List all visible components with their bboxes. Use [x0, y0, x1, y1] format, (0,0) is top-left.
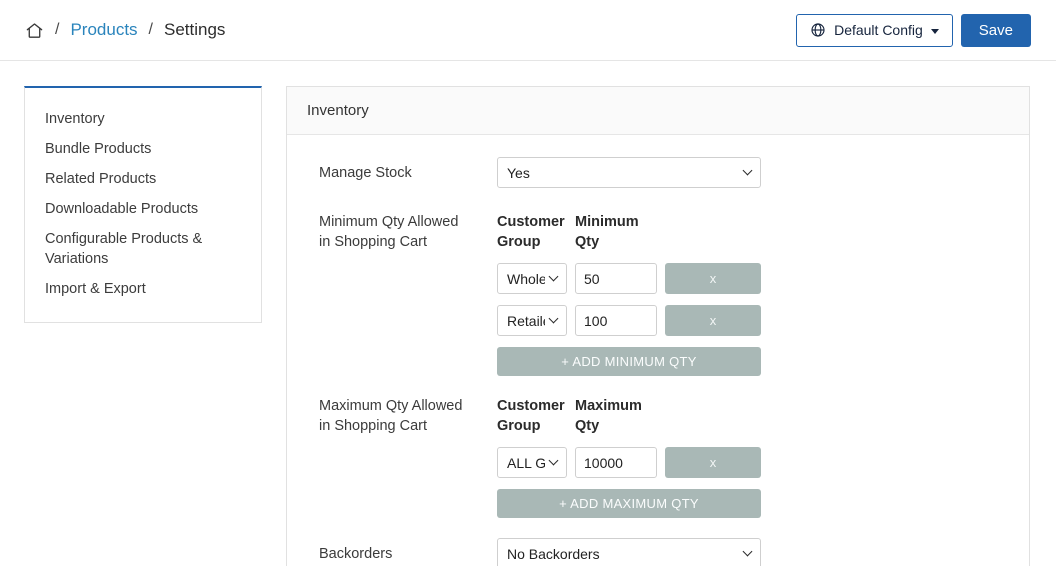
manage-stock-label: Manage Stock	[319, 164, 412, 181]
minimum-qty-section: Minimum Qty Allowed in Shopping Cart Cus…	[319, 212, 1029, 376]
min-qty-input[interactable]	[575, 305, 657, 336]
minimum-qty-label: Minimum Qty Allowed in Shopping Cart	[319, 214, 459, 250]
content-area: Inventory Bundle Products Related Produc…	[0, 61, 1056, 566]
max-qty-input[interactable]	[575, 447, 657, 478]
backorders-row: Backorders No Backorders	[319, 538, 1029, 566]
manage-stock-select[interactable]: Yes	[497, 157, 761, 188]
panel-title: Inventory	[287, 87, 1029, 135]
breadcrumb-current-settings: Settings	[164, 20, 226, 39]
config-button-label: Default Config	[834, 22, 923, 38]
chevron-down-icon	[742, 546, 753, 557]
minimum-qty-header: Minimum Qty	[575, 214, 639, 250]
remove-row-button[interactable]: x	[665, 263, 761, 294]
maximum-qty-section: Maximum Qty Allowed in Shopping Cart Cus…	[319, 396, 1029, 518]
save-button[interactable]: Save	[960, 13, 1031, 47]
remove-row-button[interactable]: x	[665, 305, 761, 336]
min-qty-group-select[interactable]: Retailer	[497, 305, 567, 336]
manage-stock-value: Yes	[507, 164, 530, 181]
sidebar-item-bundle-products[interactable]: Bundle Products	[25, 134, 261, 164]
maximum-qty-header: Maximum Qty	[575, 398, 642, 434]
maximum-qty-label: Maximum Qty Allowed in Shopping Cart	[319, 398, 463, 434]
inventory-form: Manage Stock Yes Minimum Qty Allowed in …	[287, 135, 1029, 566]
chevron-down-icon	[548, 455, 559, 466]
customer-group-header: Customer Group	[497, 214, 565, 250]
chevron-down-icon	[548, 271, 559, 282]
breadcrumb-separator: /	[55, 21, 60, 38]
sidebar-item-related-products[interactable]: Related Products	[25, 164, 261, 194]
sidebar-item-downloadable-products[interactable]: Downloadable Products	[25, 194, 261, 224]
backorders-value: No Backorders	[507, 545, 600, 562]
remove-row-button[interactable]: x	[665, 447, 761, 478]
sidebar-item-configurable-products[interactable]: Configurable Products & Variations	[25, 224, 261, 274]
chevron-down-icon	[548, 313, 559, 324]
add-maximum-qty-button[interactable]: + ADD MAXIMUM QTY	[497, 489, 761, 518]
breadcrumb-link-products[interactable]: Products	[70, 20, 137, 40]
customer-group-header: Customer Group	[497, 398, 565, 434]
min-qty-input[interactable]	[575, 263, 657, 294]
globe-icon	[810, 22, 826, 38]
chevron-down-icon	[742, 165, 753, 176]
manage-stock-row: Manage Stock Yes	[319, 157, 1029, 188]
inventory-panel: Inventory Manage Stock Yes Minimum Qty A…	[286, 86, 1030, 566]
maximum-qty-grid: Customer Group Maximum Qty ALL GRC x + A…	[497, 396, 761, 518]
add-minimum-qty-button[interactable]: + ADD MINIMUM QTY	[497, 347, 761, 376]
minimum-qty-grid: Customer Group Minimum Qty Wholesal x Re…	[497, 212, 761, 376]
settings-sidebar: Inventory Bundle Products Related Produc…	[24, 86, 262, 323]
min-qty-group-value: Wholesal	[507, 270, 545, 287]
breadcrumb-separator: /	[148, 21, 153, 38]
max-qty-group-select[interactable]: ALL GRC	[497, 447, 567, 478]
backorders-select[interactable]: No Backorders	[497, 538, 761, 566]
max-qty-group-value: ALL GRC	[507, 454, 545, 471]
backorders-label: Backorders	[319, 545, 393, 562]
home-icon[interactable]	[25, 21, 44, 40]
sidebar-item-inventory[interactable]: Inventory	[25, 104, 261, 134]
chevron-down-icon	[930, 28, 939, 34]
default-config-button[interactable]: Default Config	[796, 13, 953, 47]
breadcrumb: / Products / Settings	[25, 20, 225, 40]
topbar-actions: Default Config Save	[796, 13, 1031, 47]
min-qty-group-value: Retailer	[507, 312, 545, 329]
topbar: / Products / Settings Default Config Sav…	[0, 0, 1056, 61]
sidebar-item-import-export[interactable]: Import & Export	[25, 274, 261, 304]
min-qty-group-select[interactable]: Wholesal	[497, 263, 567, 294]
